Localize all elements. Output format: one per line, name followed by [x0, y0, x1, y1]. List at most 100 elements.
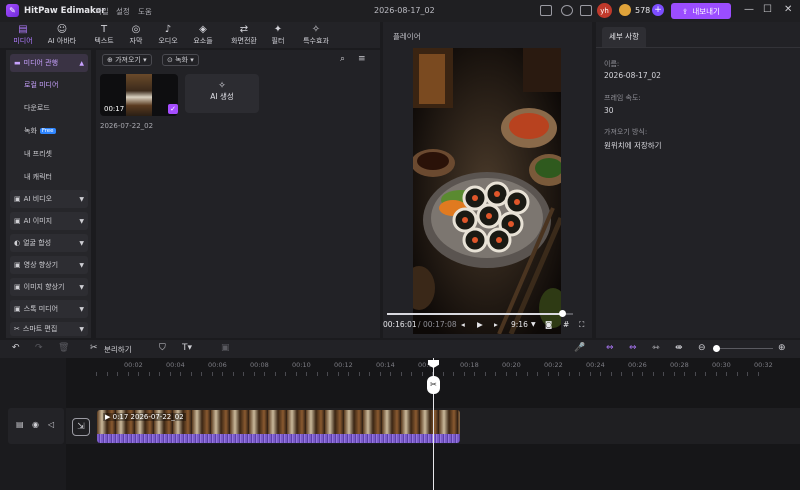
menu-help[interactable]: 도움: [138, 6, 152, 17]
microphone-icon[interactable]: 🎤: [574, 343, 585, 353]
text-template-icon[interactable]: T▾: [182, 343, 192, 353]
media-sidebar: ▬ 미디어 관행 ▲ 로컬 미디어 다운로드 녹화 Free 내 프리셋 내 캐릭터 …: [6, 50, 91, 338]
title-bar: ✎ HitPaw Edimakor 파일 설정 도움 2026-08-17_02…: [0, 0, 800, 22]
sidebar-item-video-enhancer[interactable]: ▣ 영상 향상기 ▼: [10, 256, 88, 274]
ruler-tick-mark: [747, 372, 748, 376]
scrubber-handle[interactable]: [558, 310, 566, 317]
delete-icon[interactable]: 🗑: [58, 343, 69, 353]
layout-icon[interactable]: [540, 5, 552, 16]
export-button[interactable]: ⇪ 내보내기: [671, 3, 731, 19]
sidebar-item-stock-media[interactable]: ▣ 스톡 미디어 ▼: [10, 300, 88, 318]
minimize-icon[interactable]: —: [744, 4, 754, 15]
ruler-tick-mark: [180, 372, 181, 376]
play-icon[interactable]: ▶: [477, 320, 483, 329]
zoom-fit-icon[interactable]: ⇼: [675, 343, 683, 353]
maximize-icon[interactable]: ☐: [763, 4, 772, 15]
sidebar-item-recording[interactable]: 녹화 Free: [10, 122, 88, 140]
sidebar-item-characters[interactable]: 내 캐릭터: [10, 168, 88, 186]
chevron-down-icon[interactable]: ▼: [531, 321, 536, 328]
zoom-slider-handle[interactable]: [713, 345, 720, 352]
fit-icon[interactable]: ⇿: [652, 343, 660, 353]
zoom-in-icon[interactable]: ⊕: [778, 343, 786, 353]
close-icon[interactable]: ✕: [784, 4, 792, 15]
ruler-tick-mark: [327, 372, 328, 376]
shield-icon[interactable]: ⛉: [159, 343, 166, 353]
visibility-icon[interactable]: ◉: [32, 420, 39, 429]
ai-generate-button[interactable]: ✧ AI 생성: [185, 74, 259, 113]
tab-label: 텍스트: [94, 37, 114, 45]
tab-label: AI 아바타: [47, 37, 77, 45]
split-at-playhead-icon[interactable]: ✂: [427, 376, 440, 394]
import-dropdown[interactable]: ⊕ 가져오기 ▾: [102, 54, 152, 66]
ruler-tick-mark: [631, 372, 633, 376]
add-media-icon[interactable]: ⇲: [72, 418, 90, 436]
enhance-icon: ▣: [14, 283, 21, 291]
link-icon[interactable]: ⇔: [606, 343, 614, 353]
crop-icon[interactable]: #: [563, 320, 569, 329]
export-icon: ⇪: [682, 6, 689, 16]
menu-settings[interactable]: 설정: [116, 6, 130, 17]
ruler-tick-mark: [379, 372, 381, 376]
play-icon: ▶: [105, 413, 113, 421]
snapshot-icon[interactable]: ◙: [545, 320, 552, 329]
sidebar-item-downloads[interactable]: 다운로드: [10, 99, 88, 117]
ai-icon: ☺: [56, 24, 68, 35]
tab-ai-avatar[interactable]: ☺ AI 아바타: [43, 24, 81, 48]
playback-scrubber[interactable]: [387, 310, 573, 317]
scissors-icon[interactable]: ✂: [90, 343, 98, 353]
sidebar-item-ai-video[interactable]: ▣ AI 비디오 ▼: [10, 190, 88, 208]
zoom-out-icon[interactable]: ⊖: [698, 343, 706, 353]
tab-details[interactable]: 세부 사항: [602, 27, 646, 47]
search-icon[interactable]: ⌕: [340, 54, 345, 64]
sidebar-item-face-swap[interactable]: ◐ 얼굴 합성 ▼: [10, 234, 88, 252]
tab-media[interactable]: ▤ 미디어: [4, 24, 42, 48]
sidebar-item-image-enhancer[interactable]: ▣ 이미지 향상기 ▼: [10, 278, 88, 296]
checkmark-icon[interactable]: ✓: [168, 104, 178, 114]
sidebar-item-ai-image[interactable]: ▣ AI 이미지 ▼: [10, 212, 88, 230]
ruler-tick-mark: [316, 372, 318, 376]
time-ruler[interactable]: 00:02 00:04 00:06 00:08 00:10 00:12 00:14 00:16…: [96, 358, 800, 378]
ruler-tick-mark: [474, 372, 475, 376]
media-clip-thumbnail[interactable]: 00:17 ✓: [100, 74, 178, 116]
aspect-ratio[interactable]: 9:16: [511, 320, 528, 329]
record-dropdown[interactable]: ⊙ 녹화 ▾: [162, 54, 199, 66]
snap-icon[interactable]: ⇔: [629, 343, 637, 353]
timeline-clip[interactable]: ▶ 0:17 2026-07-22_02: [97, 410, 460, 443]
prev-frame-icon[interactable]: ◂: [461, 320, 465, 329]
redo-icon[interactable]: ↷: [35, 343, 43, 353]
sidebar-item-smart-edit[interactable]: ✂ 스마트 편집 ▼: [10, 322, 88, 336]
ruler-tick-mark: [547, 372, 549, 376]
scrubber-progress: [387, 313, 562, 315]
audio-waveform: [97, 434, 460, 443]
zoom-slider[interactable]: [713, 348, 773, 349]
tab-filter[interactable]: ✦ 필터: [259, 24, 297, 48]
feedback-icon[interactable]: [561, 5, 573, 16]
sidebar-item-presets[interactable]: 내 프리셋: [10, 145, 88, 163]
sidebar-item-local-media[interactable]: 로컬 미디어: [10, 76, 88, 94]
chevron-down-icon: ▼: [79, 325, 84, 333]
ruler-tick-label: 00:06: [208, 361, 227, 369]
record-label: 녹화: [175, 56, 188, 64]
ruler-tick-mark: [190, 372, 192, 376]
sort-icon[interactable]: ≡: [358, 54, 366, 64]
ruler-tick-mark: [306, 372, 307, 376]
ruler-tick-mark: [243, 372, 244, 376]
menu-file[interactable]: 파일: [95, 6, 109, 17]
mute-icon[interactable]: ◁: [48, 420, 54, 429]
image-icon[interactable]: ▣: [221, 343, 230, 353]
details-panel: 세부 사항 이름: 2026-08-17_02 프레임 속도: 30 가져오기 …: [596, 22, 800, 338]
avatar[interactable]: yh: [597, 3, 612, 18]
tab-elements[interactable]: ◈ 요소들: [184, 24, 222, 48]
undo-icon[interactable]: ↶: [12, 343, 20, 353]
ruler-tick-mark: [201, 372, 202, 376]
sidebar-item-media-library[interactable]: ▬ 미디어 관행 ▲: [10, 54, 88, 72]
fullscreen-icon[interactable]: ⛶: [579, 320, 584, 330]
track-lock-icon[interactable]: ▤: [16, 420, 24, 429]
next-frame-icon[interactable]: ▸: [494, 320, 498, 329]
add-credits-button[interactable]: +: [652, 4, 664, 16]
tab-effects[interactable]: ✧ 특수효과: [295, 24, 337, 48]
video-preview[interactable]: [413, 48, 561, 334]
split-button[interactable]: 분리하기: [104, 344, 132, 355]
notification-icon[interactable]: [580, 5, 592, 16]
tab-audio[interactable]: ♪ 오디오: [149, 24, 187, 48]
